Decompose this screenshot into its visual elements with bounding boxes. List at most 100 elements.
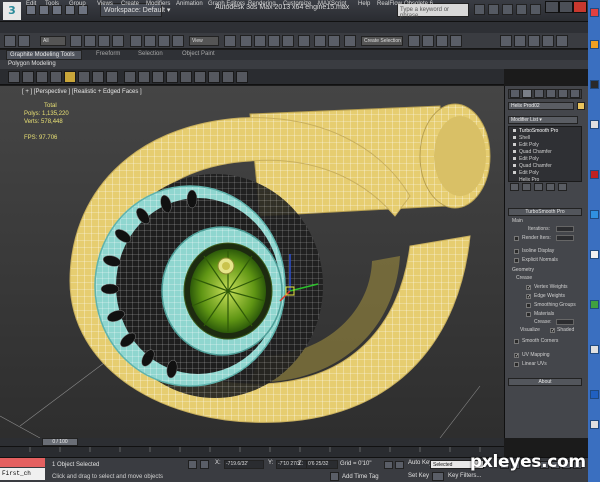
menu-create[interactable]: Create bbox=[121, 1, 139, 7]
menu-group[interactable]: Group bbox=[69, 1, 86, 7]
z-coordinate-field[interactable]: 0'6 25/32 bbox=[306, 460, 338, 469]
make-unique-icon[interactable] bbox=[534, 183, 543, 191]
linear-uvs-checkbox[interactable] bbox=[514, 362, 519, 367]
add-time-tag-button[interactable]: Add Time Tag bbox=[342, 474, 379, 480]
lightbulb-icon[interactable] bbox=[513, 150, 516, 154]
toolbar2-icon-4[interactable] bbox=[50, 71, 62, 83]
about-rollout-header[interactable]: About bbox=[508, 378, 582, 386]
time-tag-icon[interactable] bbox=[330, 472, 339, 481]
toolbar2-icon-1[interactable] bbox=[8, 71, 20, 83]
modifier-list-dropdown[interactable]: Modifier List ▾ bbox=[508, 116, 578, 124]
selection-lock-icon[interactable] bbox=[188, 460, 197, 469]
angle-snap-icon[interactable] bbox=[254, 35, 266, 47]
menu-modifiers[interactable]: Modifiers bbox=[146, 1, 170, 7]
spinner-snap-icon[interactable] bbox=[282, 35, 294, 47]
window-crossing-icon[interactable] bbox=[112, 35, 124, 47]
toolbar2-icon-9[interactable] bbox=[124, 71, 136, 83]
set-keys-icon[interactable] bbox=[432, 472, 444, 481]
tab-selection[interactable]: Selection bbox=[138, 51, 163, 57]
toolbar2-icon-13[interactable] bbox=[180, 71, 192, 83]
menu-customize[interactable]: Customize bbox=[283, 1, 311, 7]
pivot-center-icon[interactable] bbox=[224, 35, 236, 47]
favorites-star-icon[interactable] bbox=[516, 4, 527, 15]
materials-checkbox[interactable] bbox=[526, 312, 531, 317]
viewport-label[interactable]: [ + ] [Perspective ] [Realistic + Edged … bbox=[22, 89, 142, 95]
stack-item[interactable]: Edit Poly bbox=[513, 170, 539, 176]
modifier-stack[interactable]: TurboSmooth Pro Shell Edit Poly Quad Cha… bbox=[508, 126, 582, 183]
stack-item[interactable]: TurboSmooth Pro bbox=[513, 128, 558, 134]
auto-key-button[interactable]: Auto Key bbox=[408, 460, 432, 466]
menu-realflow[interactable]: RealFlow bbox=[377, 1, 402, 7]
subscription-icon[interactable] bbox=[488, 4, 499, 15]
turbosmooth-rollout-header[interactable]: TurboSmooth Pro bbox=[508, 208, 582, 216]
modify-tab-icon[interactable] bbox=[522, 89, 532, 98]
desktop-icon[interactable] bbox=[590, 120, 599, 129]
motion-tab-icon[interactable] bbox=[546, 89, 556, 98]
render-iterative-icon[interactable] bbox=[542, 35, 554, 47]
toolbar2-icon-10[interactable] bbox=[138, 71, 150, 83]
desktop-icon[interactable] bbox=[590, 250, 599, 259]
render-iters-spinner[interactable] bbox=[556, 235, 574, 241]
toolbar2-icon-6[interactable] bbox=[78, 71, 90, 83]
link-tool-icon[interactable] bbox=[18, 35, 30, 47]
hierarchy-tab-icon[interactable] bbox=[534, 89, 544, 98]
pin-stack-icon[interactable] bbox=[510, 183, 519, 191]
schematic-view-icon[interactable] bbox=[436, 35, 448, 47]
lightbulb-icon[interactable] bbox=[513, 171, 516, 175]
stack-item[interactable]: Quad Chamfer bbox=[513, 149, 552, 155]
x-coordinate-field[interactable]: -719.6/32' bbox=[224, 460, 264, 469]
play-icon[interactable] bbox=[395, 461, 404, 469]
desktop-icon[interactable] bbox=[590, 210, 599, 219]
place-tool-icon[interactable] bbox=[172, 35, 184, 47]
desktop-icon[interactable] bbox=[590, 40, 599, 49]
binoculars-icon[interactable] bbox=[474, 4, 485, 15]
remove-modifier-icon[interactable] bbox=[546, 183, 555, 191]
desktop-icon[interactable] bbox=[590, 390, 599, 399]
lightbulb-icon[interactable] bbox=[513, 157, 516, 161]
desktop-icon[interactable] bbox=[590, 420, 599, 429]
configure-sets-icon[interactable] bbox=[558, 183, 567, 191]
tab-object-paint[interactable]: Object Paint bbox=[182, 51, 215, 57]
tab-freeform[interactable]: Freeform bbox=[96, 51, 120, 57]
display-tab-icon[interactable] bbox=[558, 89, 568, 98]
toolbar2-icon-14[interactable] bbox=[194, 71, 206, 83]
iterations-spinner[interactable] bbox=[556, 226, 574, 232]
edge-weights-checkbox[interactable]: ✓ bbox=[526, 294, 531, 300]
key-filters-button[interactable]: Key Filters... bbox=[448, 473, 481, 479]
render-setup-icon[interactable] bbox=[500, 35, 512, 47]
utilities-tab-icon[interactable] bbox=[570, 89, 580, 98]
toolbar2-icon-3[interactable] bbox=[36, 71, 48, 83]
explicit-normals-checkbox[interactable] bbox=[514, 258, 519, 263]
toolbar2-icon-12[interactable] bbox=[166, 71, 178, 83]
stack-item[interactable]: Edit Poly bbox=[513, 142, 539, 148]
menu-graph-editors[interactable]: Graph Editors bbox=[208, 1, 245, 7]
tab-graphite-modeling-tools[interactable]: Graphite Modeling Tools bbox=[6, 50, 82, 60]
desktop-icon[interactable] bbox=[590, 170, 599, 179]
toolbar2-icon-7[interactable] bbox=[92, 71, 104, 83]
render-production-icon[interactable] bbox=[528, 35, 540, 47]
named-selection-set-dropdown[interactable]: Create Selection Se bbox=[361, 36, 403, 46]
move-tool-icon[interactable] bbox=[130, 35, 142, 47]
stack-item[interactable]: Edit Poly bbox=[513, 156, 539, 162]
scale-tool-icon[interactable] bbox=[158, 35, 170, 47]
stack-item[interactable]: Shell bbox=[513, 135, 530, 141]
select-by-name-icon[interactable] bbox=[84, 35, 96, 47]
go-to-start-icon[interactable] bbox=[384, 461, 393, 469]
stack-item[interactable]: Quad Chamfer bbox=[513, 163, 552, 169]
undo-tool-icon[interactable] bbox=[4, 35, 16, 47]
desktop-icon[interactable] bbox=[590, 8, 599, 17]
selection-filter-dropdown[interactable]: All bbox=[40, 36, 66, 46]
app-logo-icon[interactable]: 3 bbox=[3, 2, 21, 20]
menu-views[interactable]: Views bbox=[97, 1, 113, 7]
track-bar[interactable] bbox=[0, 446, 504, 457]
crease-spinner[interactable] bbox=[556, 319, 574, 325]
mirror-icon[interactable] bbox=[314, 35, 326, 47]
toolbar2-icon-2[interactable] bbox=[22, 71, 34, 83]
set-key-button[interactable]: Set Key bbox=[408, 473, 429, 479]
show-end-result-icon[interactable] bbox=[522, 183, 531, 191]
ribbon-panel-title[interactable]: Polygon Modeling bbox=[8, 61, 56, 67]
curve-editor-icon[interactable] bbox=[422, 35, 434, 47]
select-object-icon[interactable] bbox=[70, 35, 82, 47]
uv-mapping-checkbox[interactable]: ✓ bbox=[514, 353, 519, 359]
material-editor-icon[interactable] bbox=[450, 35, 462, 47]
